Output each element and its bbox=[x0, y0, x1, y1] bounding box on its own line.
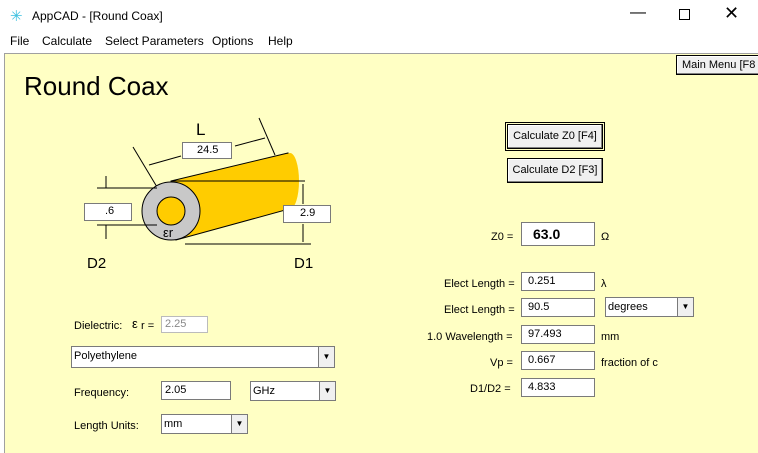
chevron-down-icon[interactable]: ▼ bbox=[231, 415, 247, 433]
frequency-label: Frequency: bbox=[74, 387, 130, 399]
material-value: Polyethylene bbox=[74, 350, 137, 362]
length-input[interactable]: 24.5 bbox=[182, 142, 232, 159]
l-extension-right bbox=[258, 117, 276, 156]
l-extension-left bbox=[132, 146, 161, 193]
d2-label: D2 bbox=[87, 255, 107, 272]
elect-length-lambda-label: Elect Length = bbox=[444, 278, 515, 290]
wavelength-value: 97.493 bbox=[521, 325, 595, 344]
elect-length-lambda-value: 0.251 bbox=[521, 272, 595, 291]
chevron-down-icon[interactable]: ▼ bbox=[319, 382, 335, 400]
elect-length-deg-value: 90.5 bbox=[521, 298, 595, 317]
window-title: AppCAD - [Round Coax] bbox=[32, 9, 163, 23]
length-units-label: Length Units: bbox=[74, 420, 139, 432]
d1-input[interactable]: 2.9 bbox=[283, 205, 331, 223]
menu-select-parameters[interactable]: Select Parameters bbox=[105, 34, 204, 48]
z0-value: 63.0 bbox=[521, 222, 595, 246]
lambda-unit: λ bbox=[601, 278, 607, 290]
dielectric-label: Dielectric: bbox=[74, 320, 123, 332]
l-label: L bbox=[196, 120, 206, 139]
frequency-unit-select[interactable]: GHz ▼ bbox=[250, 381, 336, 401]
app-icon: ✳ bbox=[10, 8, 23, 25]
elect-length-deg-label: Elect Length = bbox=[444, 304, 515, 316]
title-bar: ✳ AppCAD - [Round Coax] — ✕ bbox=[0, 0, 758, 32]
angle-unit-value: degrees bbox=[608, 301, 648, 313]
menu-options[interactable]: Options bbox=[212, 34, 253, 48]
l-arrow-left bbox=[148, 155, 182, 166]
vp-label: Vp = bbox=[490, 357, 513, 369]
round-coax-panel: Main Menu [F8 Round Coax L 24.5 .6 2.9 ε… bbox=[4, 53, 758, 453]
er-eq-label: r = bbox=[141, 320, 155, 332]
er-diagram-label: εr bbox=[163, 225, 174, 240]
calculate-d2-button[interactable]: Calculate D2 [F3] bbox=[507, 158, 603, 183]
minimize-button[interactable]: — bbox=[630, 4, 646, 22]
length-units-select[interactable]: mm ▼ bbox=[161, 414, 248, 434]
frequency-input[interactable]: 2.05 bbox=[161, 381, 231, 400]
ratio-label: D1/D2 = bbox=[470, 383, 511, 395]
menu-help[interactable]: Help bbox=[268, 34, 293, 48]
center-conductor bbox=[156, 196, 186, 226]
maximize-button[interactable] bbox=[679, 9, 690, 20]
menu-file[interactable]: File bbox=[10, 34, 29, 48]
er-symbol: ε bbox=[132, 316, 138, 331]
menu-bar: File Calculate Select Parameters Options… bbox=[0, 32, 758, 52]
wavelength-label: 1.0 Wavelength = bbox=[427, 331, 513, 343]
d1-label: D1 bbox=[294, 255, 314, 272]
vp-unit: fraction of c bbox=[601, 357, 658, 369]
ratio-value: 4.833 bbox=[521, 378, 595, 397]
main-menu-button[interactable]: Main Menu [F8 bbox=[676, 55, 758, 75]
frequency-unit-value: GHz bbox=[253, 385, 275, 397]
er-input[interactable]: 2.25 bbox=[161, 316, 208, 333]
chevron-down-icon[interactable]: ▼ bbox=[318, 347, 334, 367]
vp-value: 0.667 bbox=[521, 351, 595, 370]
material-select[interactable]: Polyethylene ▼ bbox=[71, 346, 335, 368]
angle-unit-select[interactable]: degrees ▼ bbox=[605, 297, 694, 317]
close-button[interactable]: ✕ bbox=[724, 3, 739, 24]
d2-input[interactable]: .6 bbox=[84, 203, 132, 221]
ohm-unit: Ω bbox=[601, 231, 610, 243]
menu-calculate[interactable]: Calculate bbox=[42, 34, 92, 48]
calculate-z0-button[interactable]: Calculate Z0 [F4] bbox=[505, 122, 605, 151]
z0-label: Z0 = bbox=[491, 231, 514, 243]
l-arrow-right bbox=[234, 137, 266, 147]
chevron-down-icon[interactable]: ▼ bbox=[677, 298, 693, 316]
wavelength-unit: mm bbox=[601, 331, 620, 343]
length-units-value: mm bbox=[164, 418, 183, 430]
